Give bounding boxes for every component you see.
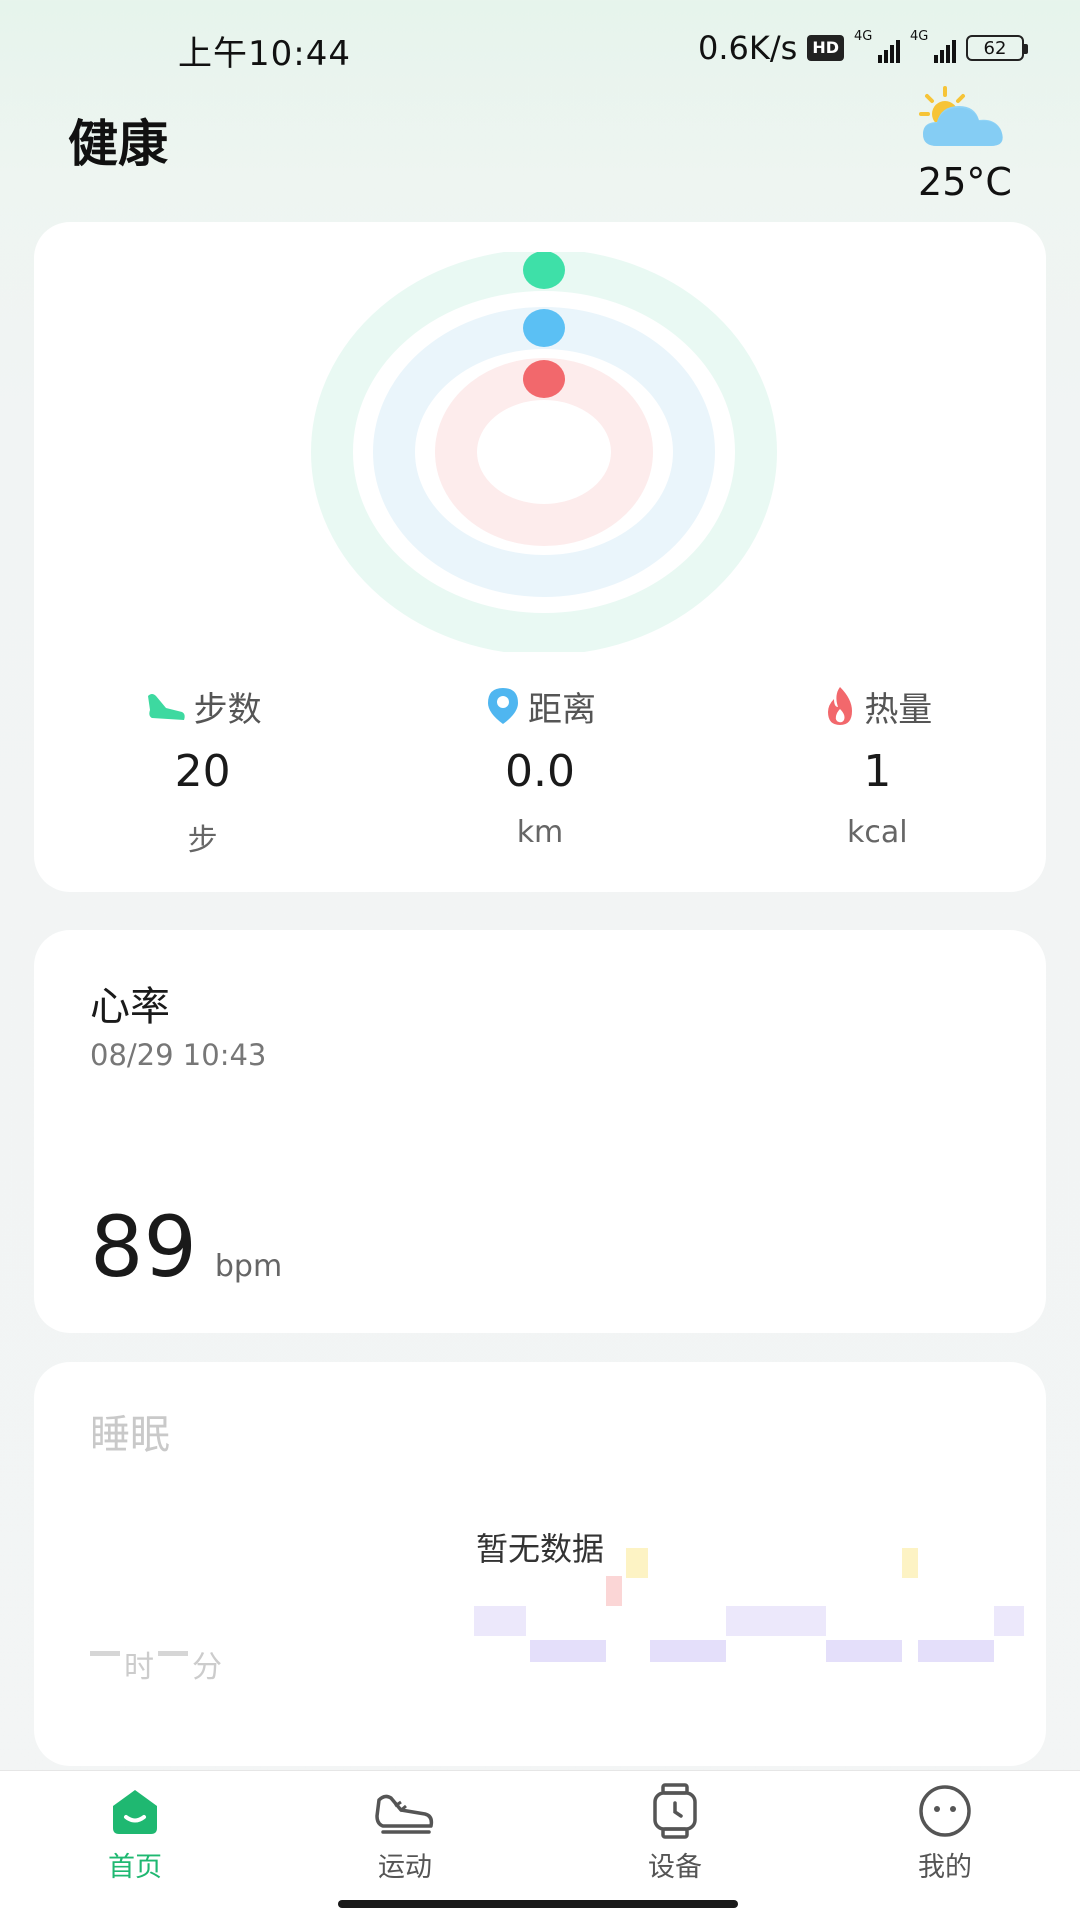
signal-icon: 4G (854, 29, 900, 63)
page-title: 健康 (68, 115, 168, 173)
steps-stat[interactable]: 步数 20 步 (34, 682, 371, 859)
sleep-bar (606, 1576, 622, 1606)
status-icons: 0.6K/s HD 4G 4G 62 (698, 28, 1028, 68)
network-speed: 0.6K/s (698, 29, 798, 67)
sleep-duration: 时 分 (90, 1642, 222, 1686)
distance-stat[interactable]: 距离 0.0 km (371, 682, 708, 859)
nav-item-home[interactable]: 首页 (0, 1771, 270, 1921)
distance-ring-dot (523, 309, 565, 347)
signal-icon-2: 4G (910, 29, 956, 63)
temperature: 25°C (918, 160, 1012, 204)
heart-rate-time: 08/29 10:43 (90, 1038, 267, 1072)
watch-icon (643, 1783, 707, 1839)
heart-rate-value: 89 (90, 1198, 197, 1296)
network-type-label: 4G (854, 29, 873, 44)
steps-ring-dot (523, 252, 565, 289)
bottom-nav: 首页 运动 设备 我的 (0, 1770, 1080, 1921)
nav-item-profile[interactable]: 我的 (810, 1771, 1080, 1921)
distance-label: 距离 (527, 689, 596, 730)
sleep-bar (826, 1640, 902, 1662)
calories-ring-dot (523, 360, 565, 398)
nav-label-sport: 运动 (378, 1852, 432, 1883)
heart-rate-title: 心率 (90, 984, 170, 1030)
sleep-bar (726, 1606, 826, 1636)
nav-label-device: 设备 (648, 1852, 702, 1883)
sleep-bar (994, 1606, 1024, 1636)
calories-unit: kcal (847, 815, 908, 850)
calories-stat[interactable]: 热量 1 kcal (709, 682, 1046, 859)
weather-widget[interactable]: 25°C (910, 84, 1020, 204)
calories-ring-track (435, 358, 653, 546)
nav-item-device[interactable]: 设备 (540, 1771, 810, 1921)
activity-card[interactable]: 步数 20 步 距离 0.0 km 热量 1 kcal (34, 222, 1046, 892)
activity-stats: 步数 20 步 距离 0.0 km 热量 1 kcal (34, 682, 1046, 859)
heart-rate-reading: 89 bpm (90, 1198, 282, 1296)
distance-value: 0.0 (505, 746, 575, 797)
home-icon (103, 1783, 167, 1839)
status-bar: 上午10:44 0.6K/s HD 4G 4G 62 (0, 0, 1080, 96)
sleep-bar (918, 1640, 994, 1662)
sleep-card[interactable]: 睡眠 暂无数据 时 分 (34, 1362, 1046, 1766)
calories-label: 热量 (864, 689, 933, 730)
home-indicator[interactable] (338, 1900, 738, 1908)
sleep-title: 睡眠 (90, 1412, 170, 1458)
sleep-bar (474, 1606, 526, 1636)
sleep-chart-placeholder (474, 1548, 1024, 1662)
steps-label: 步数 (193, 689, 262, 730)
partly-cloudy-icon (919, 86, 1003, 146)
steps-unit: 步 (187, 823, 218, 858)
hd-voice-badge: HD (807, 35, 844, 61)
sleep-bar (626, 1548, 648, 1578)
heart-rate-unit: bpm (214, 1249, 283, 1284)
distance-unit: km (516, 815, 564, 850)
activity-rings (311, 252, 777, 652)
status-time: 上午10:44 (178, 34, 351, 74)
flame-icon (828, 687, 853, 725)
sleep-bar (650, 1640, 726, 1662)
battery-level: 62 (983, 37, 1007, 59)
heart-rate-card[interactable]: 心率 08/29 10:43 89 bpm (34, 930, 1046, 1333)
location-pin-icon (487, 688, 518, 724)
nav-label-home: 首页 (108, 1852, 162, 1883)
steps-value: 20 (174, 746, 231, 797)
shoe-icon (147, 694, 185, 720)
minutes-label: 分 (192, 1650, 222, 1685)
sneaker-icon (373, 1783, 437, 1839)
sleep-bar (530, 1640, 606, 1662)
network-type-label-2: 4G (910, 29, 929, 44)
calories-value: 1 (863, 746, 892, 797)
face-icon (913, 1783, 977, 1839)
battery-icon: 62 (966, 35, 1028, 61)
nav-item-sport[interactable]: 运动 (270, 1771, 540, 1921)
sleep-bar (902, 1548, 918, 1578)
nav-label-profile: 我的 (918, 1852, 972, 1883)
hours-label: 时 (124, 1650, 154, 1685)
